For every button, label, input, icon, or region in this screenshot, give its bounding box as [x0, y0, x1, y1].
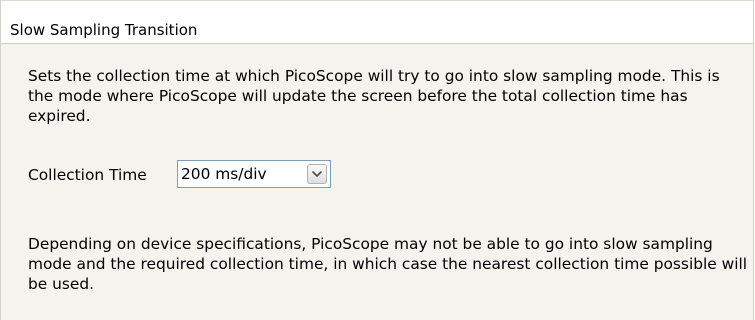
collection-time-select[interactable]: 200 ms/div [177, 160, 331, 188]
collection-time-label: Collection Time [28, 166, 147, 184]
panel-title: Slow Sampling Transition [10, 21, 198, 39]
panel-header: Slow Sampling Transition [1, 0, 753, 44]
chevron-down-icon [312, 171, 322, 177]
slow-sampling-panel: Slow Sampling Transition Sets the collec… [0, 0, 754, 320]
panel-description: Sets the collection time at which PicoSc… [28, 67, 720, 125]
panel-note: Depending on device specifications, Pico… [28, 235, 748, 293]
collection-time-dropdown-button[interactable] [307, 164, 327, 184]
collection-time-value: 200 ms/div [181, 165, 267, 183]
